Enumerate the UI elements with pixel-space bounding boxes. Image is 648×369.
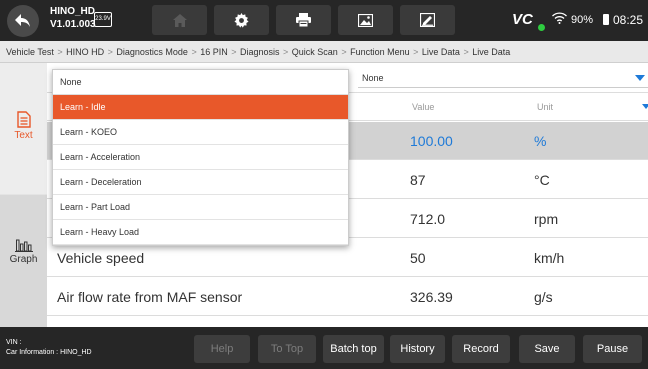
- app-name: HINO_HD: [50, 6, 96, 17]
- app-title: HINO_HD V1.01.003: [50, 5, 96, 31]
- dropdown-current-value[interactable]: None: [53, 70, 348, 95]
- app-version: V1.01.003: [50, 19, 96, 30]
- pid-name: Air flow rate from MAF sensor: [57, 289, 243, 305]
- breadcrumb-item: Live Data: [472, 47, 511, 57]
- breadcrumb-item[interactable]: Diagnostics Mode: [116, 47, 188, 57]
- column-header-unit[interactable]: Unit: [537, 102, 553, 112]
- column-header-value: Value: [412, 102, 435, 112]
- app-window: HINO_HD V1.01.003 23.9V VC 90% 08:25 Veh…: [0, 0, 648, 369]
- breadcrumb-item[interactable]: Live Data: [422, 47, 460, 57]
- vci-connected-dot: [538, 24, 545, 31]
- dropdown-option-learn-acceleration[interactable]: Learn - Acceleration: [53, 145, 348, 170]
- vci-status: VC: [512, 11, 533, 28]
- document-icon: [16, 111, 31, 128]
- dropdown-arrow-icon: [635, 75, 645, 81]
- dropdown-option-learn-koeo[interactable]: Learn - KOEO: [53, 120, 348, 145]
- text-view-tab[interactable]: Text: [0, 63, 47, 194]
- print-icon: [296, 13, 311, 27]
- to-top-button[interactable]: To Top: [258, 335, 316, 363]
- breadcrumb-separator: >: [105, 47, 116, 57]
- breadcrumb-separator: >: [228, 47, 239, 57]
- pid-value: 326.39: [410, 289, 453, 305]
- save-button[interactable]: Save: [519, 335, 575, 363]
- pid-value: 712.0: [410, 211, 446, 227]
- back-button[interactable]: [7, 5, 39, 37]
- pid-unit: °C: [534, 172, 550, 188]
- pid-value: 100.00: [410, 133, 453, 149]
- bottom-toolbar: VIN : Car Information : HINO_HD Help To …: [0, 327, 648, 369]
- screenshot-button[interactable]: [338, 5, 393, 35]
- breadcrumb: Vehicle Test > HINO HD > Diagnostics Mod…: [0, 41, 648, 63]
- battery-icon: [603, 14, 609, 25]
- top-bar: HINO_HD V1.01.003 23.9V VC 90% 08:25: [0, 0, 648, 41]
- pid-value: 50: [410, 250, 426, 266]
- pid-name: Vehicle speed: [57, 250, 145, 266]
- pause-button[interactable]: Pause: [583, 335, 642, 363]
- pid-unit: km/h: [534, 250, 565, 266]
- pid-value: 87: [410, 172, 426, 188]
- help-button[interactable]: Help: [194, 335, 250, 363]
- batch-top-button[interactable]: Batch top: [323, 335, 384, 363]
- voltage-badge: 23.9V: [94, 12, 112, 27]
- clock: 08:25: [613, 13, 644, 27]
- dropdown-option-learn-heavy-load[interactable]: Learn - Heavy Load: [53, 220, 348, 245]
- breadcrumb-separator: >: [410, 47, 421, 57]
- mode-dropdown-menu: None Learn - Idle Learn - KOEO Learn - A…: [52, 69, 349, 246]
- record-button[interactable]: Record: [452, 335, 510, 363]
- screenshot-icon: [358, 13, 373, 27]
- vehicle-info: VIN : Car Information : HINO_HD: [6, 338, 92, 358]
- graph-view-tab[interactable]: Graph: [0, 195, 47, 327]
- breadcrumb-item[interactable]: Vehicle Test: [6, 47, 54, 57]
- breadcrumb-separator: >: [188, 47, 200, 57]
- car-information: Car Information : HINO_HD: [6, 349, 92, 356]
- dropdown-option-learn-idle[interactable]: Learn - Idle: [53, 95, 348, 120]
- back-icon: [15, 14, 30, 27]
- unit-sort-arrow-icon[interactable]: [642, 104, 648, 109]
- table-row[interactable]: Air flow rate from MAF sensor 326.39 g/s: [47, 278, 648, 316]
- home-button[interactable]: [152, 5, 207, 35]
- pid-unit: g/s: [534, 289, 553, 305]
- breadcrumb-separator: >: [54, 47, 66, 57]
- breadcrumb-separator: >: [338, 47, 350, 57]
- wifi-icon: [552, 12, 567, 24]
- breadcrumb-item[interactable]: 16 PIN: [200, 47, 228, 57]
- graph-view-label: Graph: [9, 254, 38, 265]
- breadcrumb-item[interactable]: Function Menu: [350, 47, 410, 57]
- settings-button[interactable]: [214, 5, 269, 35]
- breadcrumb-item[interactable]: Quick Scan: [292, 47, 338, 57]
- pid-unit: rpm: [534, 211, 559, 227]
- home-icon: [172, 13, 187, 27]
- history-button[interactable]: History: [390, 335, 445, 363]
- breadcrumb-item[interactable]: HINO HD: [66, 47, 104, 57]
- pid-unit: %: [534, 133, 547, 149]
- dropdown-option-learn-deceleration[interactable]: Learn - Deceleration: [53, 170, 348, 195]
- secondary-filter-value: None: [362, 73, 384, 83]
- secondary-filter-select[interactable]: None: [358, 68, 648, 88]
- dropdown-option-learn-part-load[interactable]: Learn - Part Load: [53, 195, 348, 220]
- breadcrumb-separator: >: [280, 47, 291, 57]
- breadcrumb-separator: >: [460, 47, 472, 57]
- vin-label: VIN :: [6, 339, 22, 346]
- bar-graph-icon: [14, 239, 33, 252]
- save-report-button[interactable]: [400, 5, 455, 35]
- breadcrumb-item[interactable]: Diagnosis: [240, 47, 280, 57]
- print-button[interactable]: [276, 5, 331, 35]
- view-mode-sidebar: Text Graph: [0, 63, 47, 327]
- text-view-label: Text: [14, 130, 33, 141]
- settings-icon: [234, 12, 249, 28]
- save-report-icon: [420, 13, 435, 27]
- battery-level: 90%: [571, 14, 594, 26]
